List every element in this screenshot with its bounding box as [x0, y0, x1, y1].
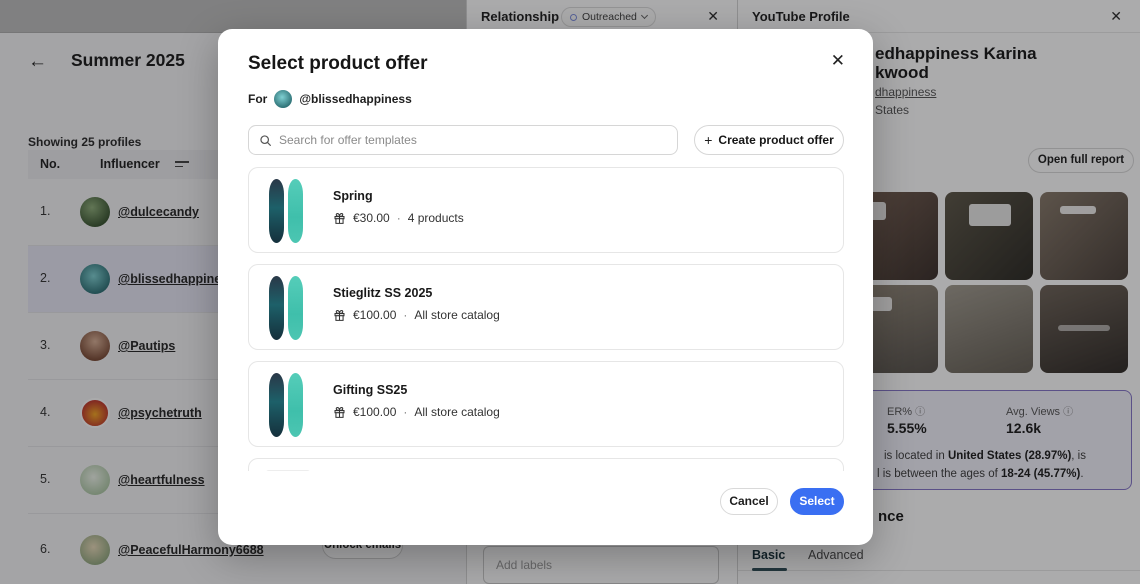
modal-for-row: For @blissedhappiness: [248, 90, 412, 108]
offer-name: Stieglitz SS 2025: [333, 286, 432, 300]
offer-price: €100.00: [353, 405, 396, 419]
offer-price: €30.00: [353, 211, 390, 225]
close-icon[interactable]: ✕: [831, 51, 845, 71]
gift-icon: [333, 406, 346, 419]
modal-title: Select product offer: [248, 53, 427, 75]
plus-icon: +: [704, 132, 712, 148]
gift-icon: [333, 309, 346, 322]
product-image: [265, 373, 311, 437]
offer-meta: €100.00 · All store catalog: [333, 405, 500, 419]
offer-price: €100.00: [353, 308, 396, 322]
product-image: [265, 179, 311, 243]
offer-search-box: [248, 125, 678, 155]
avatar: [274, 90, 292, 108]
for-label: For: [248, 92, 267, 106]
cancel-button[interactable]: Cancel: [720, 488, 778, 515]
offer-scope: All store catalog: [414, 308, 499, 322]
offer-card-partial[interactable]: [248, 458, 844, 471]
offer-card[interactable]: Spring €30.00 · 4 products: [248, 167, 844, 253]
offer-scope: 4 products: [408, 211, 464, 225]
dot-separator: ·: [403, 308, 407, 322]
product-image: [265, 276, 311, 340]
search-icon: [259, 134, 272, 147]
offer-name: Gifting SS25: [333, 383, 407, 397]
app-screen: ← Summer 2025 Showing 25 profiles No. In…: [0, 0, 1140, 584]
offer-meta: €100.00 · All store catalog: [333, 308, 500, 322]
offer-name: Spring: [333, 189, 373, 203]
select-button[interactable]: Select: [790, 488, 844, 515]
dot-separator: ·: [397, 211, 401, 225]
dot-separator: ·: [403, 405, 407, 419]
select-product-offer-modal: Select product offer ✕ For @blissedhappi…: [218, 29, 873, 545]
offer-card[interactable]: Stieglitz SS 2025 €100.00 · All store ca…: [248, 264, 844, 350]
gift-icon: [333, 212, 346, 225]
offer-scope: All store catalog: [414, 405, 499, 419]
for-handle: @blissedhappiness: [299, 92, 411, 106]
product-image-placeholder: [265, 470, 311, 471]
offer-meta: €30.00 · 4 products: [333, 211, 464, 225]
create-product-offer-button[interactable]: + Create product offer: [694, 125, 844, 155]
offer-search-input[interactable]: [279, 133, 667, 147]
offer-list: Spring €30.00 · 4 products Stieglitz SS …: [248, 167, 844, 471]
offer-card[interactable]: Gifting SS25 €100.00 · All store catalog: [248, 361, 844, 447]
